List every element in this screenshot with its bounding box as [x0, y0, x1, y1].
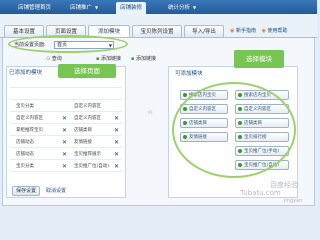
- remove-icon[interactable]: ✕: [114, 162, 119, 172]
- add-link-icon: ▪: [131, 56, 135, 62]
- module-label: 友情链接: [74, 140, 92, 145]
- watermark-line-3: jingyan: [284, 198, 303, 204]
- module-name: 掌柜推荐宝贝: [16, 128, 43, 133]
- nav-tab-home[interactable]: 店铺管理首页: [14, 2, 55, 14]
- help-links: ◉ 新手指南 ◉ 使用帮助: [230, 26, 315, 36]
- chevron-down-icon: ▼: [193, 5, 197, 10]
- list-item[interactable]: 自定义内容区 ✕ 自定义内容区 ✕: [10, 114, 122, 124]
- remove-icon[interactable]: ✕: [62, 138, 67, 148]
- module-name: 宝贝分类: [16, 104, 34, 109]
- module-label: 宝贝推广位(自动): [74, 164, 110, 169]
- beginner-guide-link[interactable]: 新手指南: [236, 28, 256, 34]
- select-page-callout: 选择页面: [58, 64, 116, 78]
- save-button[interactable]: 保存设置: [12, 186, 40, 196]
- remove-icon[interactable]: ✕: [62, 150, 67, 160]
- module-label: 宝贝推荐展示: [74, 152, 101, 157]
- remove-icon[interactable]: ✕: [62, 162, 67, 172]
- search-link[interactable]: 查询: [52, 56, 62, 62]
- guide-icon: ◉: [230, 28, 235, 34]
- module-label: 自定义内容区: [74, 116, 101, 121]
- list-item[interactable]: 宝贝分类 自定义内容区: [10, 102, 122, 112]
- module-highlight-ring: [172, 82, 296, 178]
- search-icon: ⊙: [46, 56, 51, 62]
- list-item[interactable]: 掌柜推荐宝贝 ✕ 店铺类目 ✕: [10, 126, 122, 136]
- module-name: 店铺动态: [16, 152, 34, 157]
- remove-icon[interactable]: ✕: [114, 138, 119, 148]
- remove-icon[interactable]: ✕: [62, 114, 67, 124]
- module-name: 宝贝分类: [16, 164, 34, 169]
- add-link-button-1[interactable]: 添加链接: [101, 54, 121, 64]
- top-nav: 店铺管理首页 店铺推广 ▼ 店铺装修 统计分析 ▼: [0, 0, 317, 14]
- nav-tab-decoration[interactable]: 店铺装修: [116, 2, 147, 14]
- nav-tab-promotion[interactable]: 店铺推广 ▼: [66, 2, 102, 14]
- double-chevron-left-icon[interactable]: «: [147, 108, 153, 118]
- watermark-line-2: Tubatu.com: [240, 189, 281, 197]
- chevron-down-icon: ▼: [95, 5, 99, 10]
- page-select-highlight-ring: [8, 35, 128, 53]
- remove-icon[interactable]: ✕: [114, 150, 119, 160]
- toolbar: ⊙ 查询 ▪ 添加链接 ▪ 添加链接: [46, 54, 166, 64]
- list-item: [10, 78, 122, 88]
- watermark: 百度经验 Tubatu.com jingyan: [236, 180, 316, 206]
- cancel-link[interactable]: 取消设置: [46, 187, 66, 194]
- nav-tab-statistics[interactable]: 统计分析 ▼: [164, 2, 200, 14]
- help-icon: ◉: [261, 28, 266, 34]
- add-link-icon: ▪: [96, 56, 100, 62]
- available-modules-title: 可添加模块: [175, 71, 203, 77]
- module-label: 自定义内容区: [74, 104, 101, 109]
- remove-icon[interactable]: ✕: [114, 114, 119, 124]
- tab-item-display-settings[interactable]: 宝贝陈列设置: [132, 25, 182, 37]
- remove-icon[interactable]: ✕: [114, 126, 119, 136]
- module-label: 店铺类目: [74, 128, 92, 133]
- list-item[interactable]: 店铺动态 ✕ 宝贝推荐展示 ✕: [10, 150, 122, 160]
- list-item[interactable]: 店铺动态 ✕ 友情链接 ✕: [10, 138, 122, 148]
- sub-tab-strip: 基本设置 页面设置 添加模块 宝贝陈列设置 导入/导出 ◉ 新手指南 ◉ 使用帮…: [0, 14, 317, 38]
- module-name: 店铺动态: [16, 140, 34, 145]
- select-module-callout: 选择模块: [234, 50, 284, 68]
- help-link[interactable]: 使用帮助: [268, 28, 288, 34]
- added-modules-title: 已添加的模块: [9, 70, 43, 76]
- list-item: [10, 90, 122, 100]
- added-modules-list: 宝贝分类 自定义内容区 自定义内容区 ✕ 自定义内容区 ✕ 掌柜推荐宝贝 ✕ 店…: [10, 78, 122, 188]
- add-link-button-2[interactable]: 添加链接: [136, 54, 156, 64]
- tab-import-export[interactable]: 导入/导出: [184, 25, 224, 37]
- module-name: 自定义内容区: [16, 116, 43, 121]
- add-icon: [183, 93, 187, 97]
- remove-icon[interactable]: ✕: [62, 126, 67, 136]
- list-item[interactable]: 宝贝分类 ✕ 宝贝推广位(自动) ✕: [10, 162, 122, 172]
